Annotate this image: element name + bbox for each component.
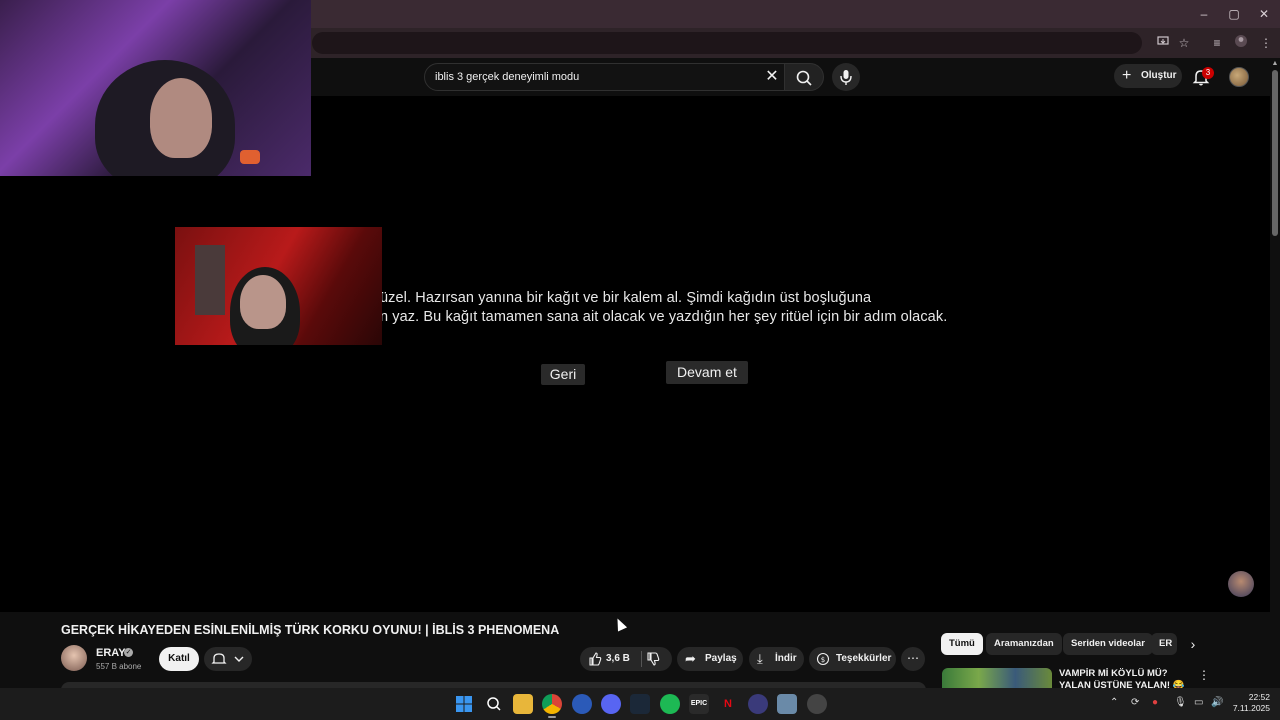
recommendation-menu-icon[interactable]: ⋮ <box>1198 668 1210 682</box>
clear-search-icon[interactable]: ✕ <box>763 68 781 86</box>
taskbar-search-icon[interactable] <box>484 694 504 714</box>
voice-search-button[interactable] <box>832 63 860 91</box>
chip-all[interactable]: Tümü <box>941 633 983 655</box>
verified-check-icon: ✓ <box>124 648 133 657</box>
taskbar-clock[interactable]: 22:52 7.11.2025 <box>1230 692 1270 714</box>
share-button[interactable]: ➦ Paylaş <box>677 647 743 671</box>
background-object <box>195 245 225 315</box>
join-button[interactable]: Katıl <box>159 647 199 671</box>
thumbs-up-icon[interactable] <box>588 647 602 679</box>
game-continue-button[interactable]: Devam et <box>666 361 748 384</box>
bookmark-star-icon[interactable]: ☆ <box>1175 34 1193 52</box>
thanks-dollar-icon: $ <box>816 647 830 679</box>
download-label: İndir <box>775 653 797 664</box>
chip-eray[interactable]: ER <box>1151 633 1177 655</box>
more-actions-button[interactable]: ⋯ <box>901 647 925 671</box>
share-label: Paylaş <box>705 653 737 664</box>
chrome-active-indicator <box>548 716 556 718</box>
mouse-cursor-icon <box>612 616 628 632</box>
streamer-webcam-overlay <box>0 0 311 176</box>
recommendation-thumbnail[interactable] <box>942 668 1052 690</box>
chrome-icon[interactable] <box>542 694 562 714</box>
bell-icon <box>211 653 227 664</box>
file-explorer-icon[interactable] <box>513 694 533 714</box>
search-query: iblis 3 gerçek deneyimli modu <box>435 71 580 83</box>
tray-volume-icon[interactable]: 🔊 <box>1211 697 1223 708</box>
channel-watermark[interactable] <box>1228 571 1254 597</box>
address-bar[interactable] <box>312 32 1142 54</box>
epic-games-icon[interactable]: EPIC <box>689 694 709 714</box>
windows-start-icon[interactable] <box>454 694 474 714</box>
streamer-face <box>150 78 212 158</box>
thanks-button[interactable]: $ Teşekkürler <box>809 647 896 671</box>
maximize-button[interactable]: ▢ <box>1226 6 1242 22</box>
netflix-icon[interactable]: N <box>718 694 738 714</box>
tray-network-icon[interactable]: ▭ <box>1194 697 1203 708</box>
create-button[interactable]: + Oluştur <box>1114 64 1182 88</box>
microphone-icon <box>840 70 852 85</box>
clock-date: 7.11.2025 <box>1232 703 1270 713</box>
channel-name[interactable]: ERAY <box>96 647 126 659</box>
chip-from-search[interactable]: Aramanızdan <box>986 633 1062 655</box>
video-title: GERÇEK HİKAYEDEN ESİNLENİLMİŞ TÜRK KORKU… <box>61 623 560 637</box>
subscriber-count: 557 B abone <box>96 662 142 671</box>
search-button[interactable] <box>784 63 824 91</box>
like-dislike-group: 3,6 B <box>580 647 672 671</box>
browser-menu-icon[interactable]: ⋮ <box>1257 34 1275 52</box>
app-icon-grid[interactable] <box>777 694 797 714</box>
search-icon <box>796 70 812 86</box>
media-controls-icon[interactable]: ≡ <box>1208 34 1226 52</box>
create-label: Oluştur <box>1141 70 1177 81</box>
obs-icon[interactable] <box>807 694 827 714</box>
minimize-button[interactable]: – <box>1196 6 1212 22</box>
chevron-down-icon <box>234 656 244 662</box>
clock-time: 22:52 <box>1248 692 1270 702</box>
steam-icon[interactable] <box>630 694 650 714</box>
profile-icon[interactable] <box>1232 34 1250 52</box>
chevron-right-icon[interactable]: › <box>1184 635 1202 653</box>
guest-face <box>240 275 286 329</box>
tray-sync-icon[interactable]: ⟳ <box>1131 697 1139 708</box>
plus-icon: + <box>1122 67 1132 84</box>
headphone-light <box>240 150 260 164</box>
download-button[interactable]: ⤓ İndir <box>749 647 804 671</box>
scrollbar-thumb[interactable] <box>1272 70 1278 236</box>
spotify-icon[interactable] <box>660 694 680 714</box>
svg-text:$: $ <box>821 656 825 664</box>
game-dialog-line-1: üzel. Hazırsan yanına bir kağıt ve bir k… <box>380 290 872 306</box>
chip-series-videos[interactable]: Seriden videolar <box>1063 633 1153 655</box>
app-icon-mic[interactable] <box>748 694 768 714</box>
close-window-button[interactable]: ✕ <box>1256 6 1272 22</box>
like-divider <box>641 651 642 667</box>
share-icon: ➦ <box>685 651 696 666</box>
scroll-up-arrow-icon[interactable]: ▲ <box>1271 60 1279 68</box>
download-icon: ⤓ <box>757 651 763 666</box>
guest-webcam-overlay <box>175 227 382 345</box>
like-count[interactable]: 3,6 B <box>606 647 630 671</box>
search-input[interactable]: iblis 3 gerçek deneyimli modu ✕ <box>424 63 786 91</box>
game-dialog-line-2: n yaz. Bu kağıt tamamen sana ait olacak … <box>380 309 948 325</box>
app-icon-blue[interactable] <box>572 694 592 714</box>
discord-icon[interactable] <box>601 694 621 714</box>
game-back-button[interactable]: Geri <box>541 364 585 385</box>
subscription-bell-button[interactable] <box>204 647 252 671</box>
install-app-icon[interactable] <box>1154 34 1172 52</box>
account-avatar[interactable] <box>1229 67 1249 87</box>
notification-count-badge: 3 <box>1202 67 1214 79</box>
thanks-label: Teşekkürler <box>836 653 892 664</box>
tray-app-icon[interactable]: ● <box>1152 697 1158 708</box>
tray-mic-icon[interactable]: 🎙 <box>1174 697 1187 708</box>
channel-avatar[interactable] <box>61 645 87 671</box>
thumbs-down-icon[interactable] <box>646 647 660 679</box>
tray-overflow-icon[interactable]: ⌃ <box>1110 697 1118 708</box>
